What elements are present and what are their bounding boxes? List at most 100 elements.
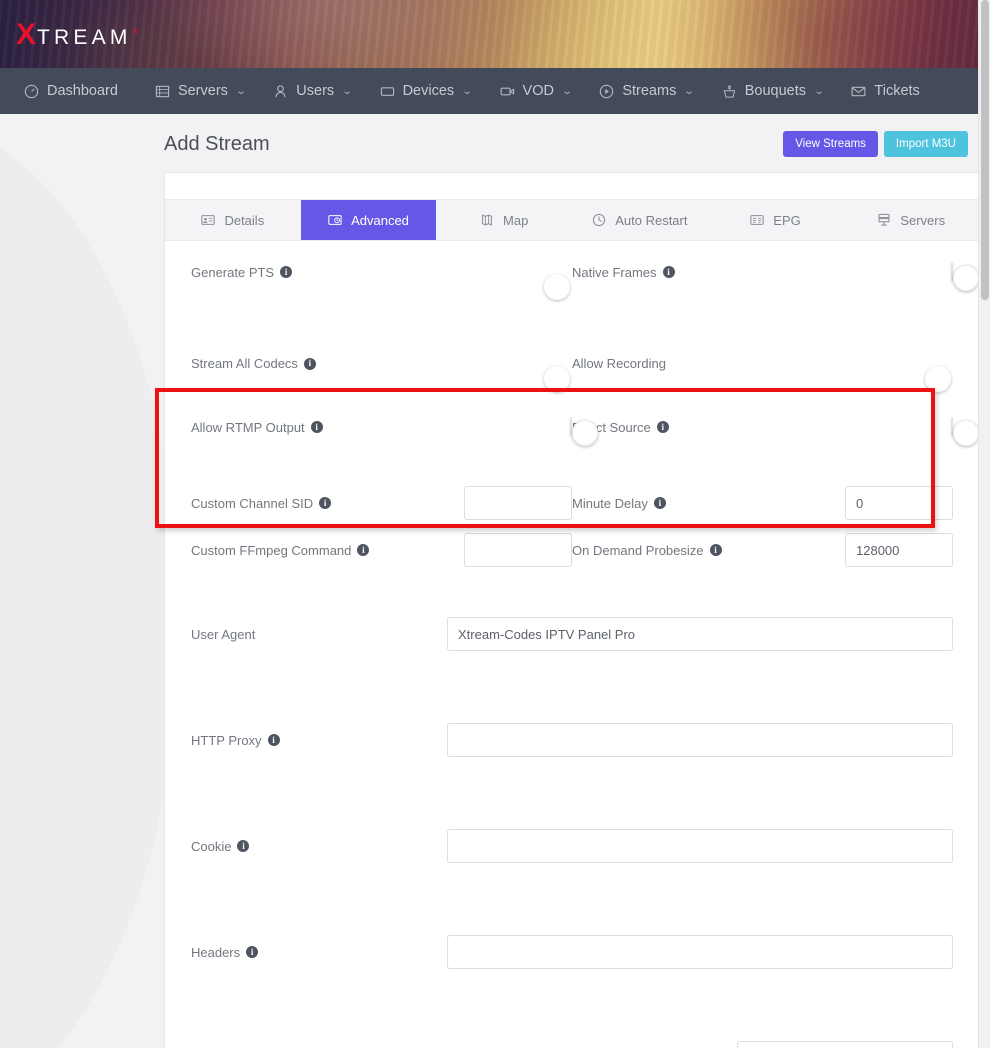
video-icon [500,84,515,99]
label-text: User Agent [191,627,255,642]
nav-item-bouquets[interactable]: Bouquets ⌄ [708,68,838,114]
label-text: Custom Channel SID [191,496,313,511]
info-icon[interactable]: i [268,734,280,746]
info-icon[interactable]: i [246,946,258,958]
logo-wordmark: TREAM [37,27,132,48]
nav-item-users[interactable]: Users ⌄ [259,68,365,114]
field-label: Native Frames i [572,265,675,280]
label-text: Headers [191,945,240,960]
info-icon[interactable]: i [280,266,292,278]
field-label: HTTP Proxy i [191,733,280,748]
nav-label: Dashboard [47,83,118,99]
nav-label: Devices [403,83,455,99]
control-slot [845,533,953,567]
info-icon[interactable]: i [237,840,249,852]
transcoding-profile-select[interactable] [737,1041,953,1048]
control-slot [845,486,953,520]
form-row-cookie: Cookie i [191,829,953,863]
form-row-sid-delay: Custom Channel SID i Minute Delay i [191,486,953,520]
info-icon[interactable]: i [319,497,331,509]
field-generate-pts: Generate PTS i [191,265,572,280]
tab-servers[interactable]: Servers [843,200,979,240]
nav-label: Users [296,83,334,99]
info-icon[interactable]: i [710,544,722,556]
nav-item-devices[interactable]: Devices ⌄ [366,68,486,114]
direct-source-toggle[interactable] [951,417,953,436]
user-agent-input[interactable] [447,617,953,651]
http-proxy-input[interactable] [447,723,953,757]
main-navigation: Dashboard Servers ⌄ Users ⌄ Devices ⌄ VO… [0,68,990,114]
nav-item-streams[interactable]: Streams ⌄ [585,68,707,114]
xtream-logo[interactable]: XTREAM® [16,20,138,50]
label-text: Custom FFmpeg Command [191,543,351,558]
bouquet-icon [722,84,737,99]
toggle-knob [953,420,979,446]
servers-icon [155,84,170,99]
toggle-knob [925,366,951,392]
tab-label: Details [224,213,264,228]
form-tabs: Details Advanced Map Auto Restart [165,199,979,241]
custom-channel-sid-input[interactable] [464,486,572,520]
field-label: Cookie i [191,839,249,854]
cookie-input[interactable] [447,829,953,863]
toggle-knob [572,420,598,446]
label-text: Minute Delay [572,496,648,511]
label-text: Stream All Codecs [191,356,298,371]
mail-icon [851,84,866,99]
tab-map[interactable]: Map [436,200,572,240]
toggle-knob [544,274,570,300]
info-icon[interactable]: i [657,421,669,433]
label-text: Generate PTS [191,265,274,280]
row-spacer [191,567,953,617]
tab-epg[interactable]: EPG [708,200,844,240]
nav-label: Servers [178,83,228,99]
page-scrollbar[interactable] [978,0,990,1048]
native-frames-toggle[interactable] [951,262,953,281]
nav-item-servers[interactable]: Servers ⌄ [141,68,259,114]
label-text: On Demand Probesize [572,543,704,558]
row-spacer [191,863,953,935]
form-row-pts-frames: Generate PTS i Native Frames i [191,263,953,281]
tab-label: Auto Restart [615,213,687,228]
form-row-http-proxy: HTTP Proxy i [191,723,953,757]
row-spacer [191,651,953,723]
epg-icon [750,213,764,227]
nav-label: Streams [622,83,676,99]
field-custom-ffmpeg-command: Custom FFmpeg Command i [191,533,572,567]
info-icon[interactable]: i [654,497,666,509]
info-icon[interactable]: i [357,544,369,556]
view-streams-button[interactable]: View Streams [783,131,878,157]
import-m3u-button[interactable]: Import M3U [884,131,968,157]
minute-delay-input[interactable] [845,486,953,520]
label-text: Allow Recording [572,356,666,371]
card-top-spacer [165,173,979,199]
form-row-codecs-recording: Stream All Codecs i Allow Recording [191,356,953,371]
field-on-demand-probesize: On Demand Probesize i [572,533,953,567]
label-text: Cookie [191,839,231,854]
form-row-ffmpeg-probesize: Custom FFmpeg Command i On Demand Probes… [191,533,953,567]
control-slot [951,418,953,436]
info-icon[interactable]: i [311,421,323,433]
scrollbar-thumb[interactable] [981,0,989,300]
headers-input[interactable] [447,935,953,969]
row-spacer [191,436,953,486]
nav-label: Bouquets [745,83,806,99]
field-label: Custom Channel SID i [191,496,331,511]
field-stream-all-codecs: Stream All Codecs i [191,356,572,371]
nav-item-tickets[interactable]: Tickets [837,68,933,114]
tab-advanced[interactable]: Advanced [301,200,437,240]
tab-auto-restart[interactable]: Auto Restart [572,200,708,240]
label-text: Allow RTMP Output [191,420,305,435]
tab-details[interactable]: Details [165,200,301,240]
allow-rtmp-output-toggle[interactable] [570,417,572,436]
info-icon[interactable]: i [304,358,316,370]
custom-ffmpeg-command-input[interactable] [464,533,572,567]
info-icon[interactable]: i [663,266,675,278]
play-circle-icon [599,84,614,99]
nav-item-vod[interactable]: VOD ⌄ [486,68,586,114]
chevron-down-icon: ⌄ [814,86,825,97]
nav-label: Tickets [874,83,919,99]
field-label: Stream All Codecs i [191,356,316,371]
on-demand-probesize-input[interactable] [845,533,953,567]
nav-item-dashboard[interactable]: Dashboard [10,68,141,114]
